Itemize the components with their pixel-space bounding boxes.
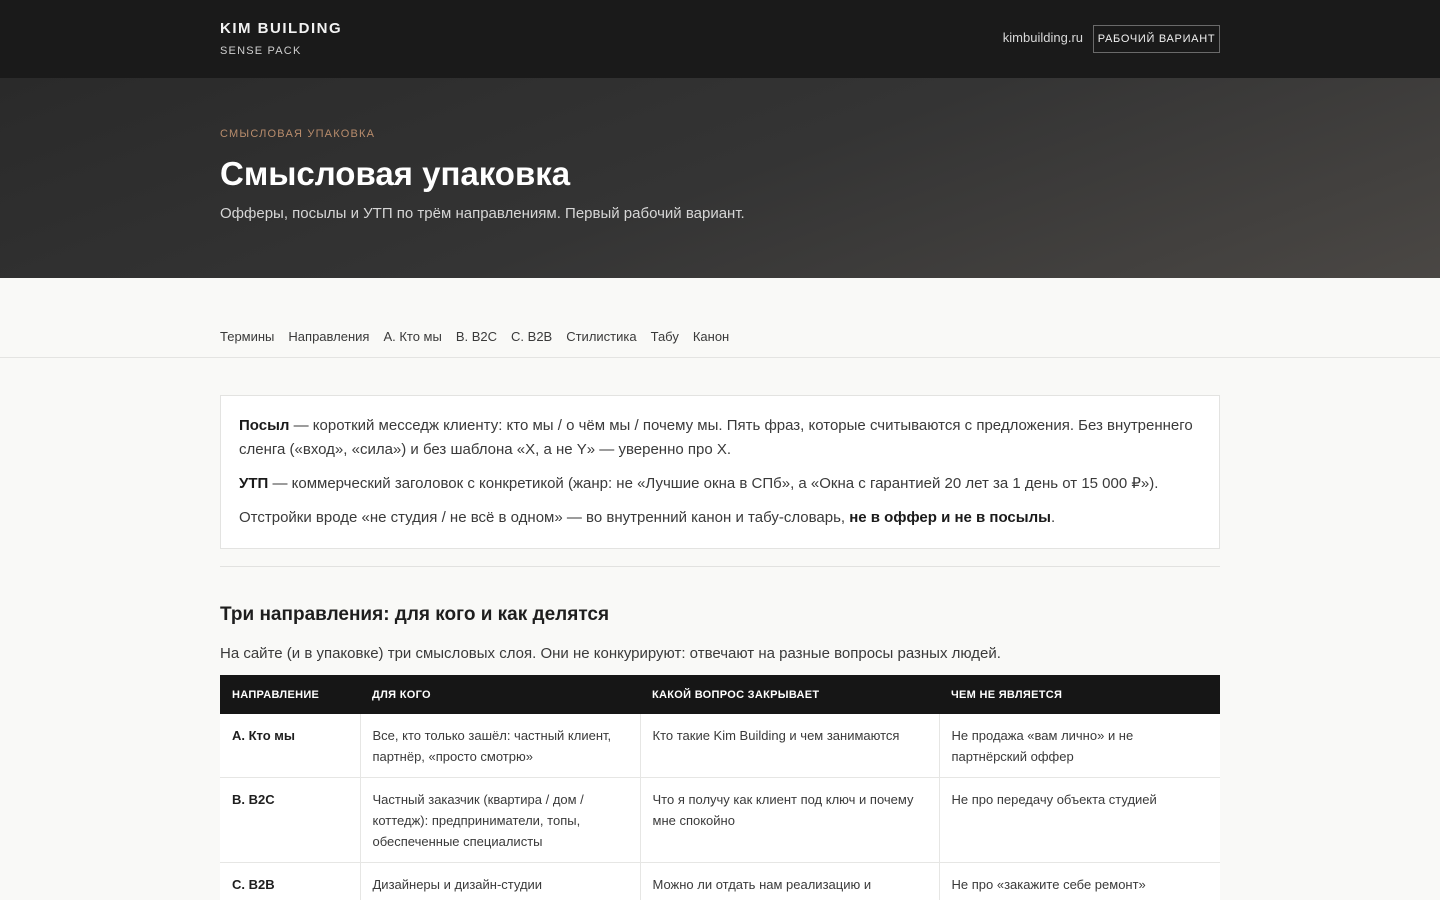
definition-posyl-text: — короткий месседж клиенту: кто мы / о ч… xyxy=(239,417,1193,458)
cell-question: Что я получу как клиент под ключ и почем… xyxy=(640,777,940,863)
nav-item-style[interactable]: Стилистика xyxy=(566,329,636,344)
nav-item-terms[interactable]: Термины xyxy=(220,329,274,344)
table-header-row: НАПРАВЛЕНИЕ ДЛЯ КОГО КАКОЙ ВОПРОС ЗАКРЫВ… xyxy=(220,675,1220,714)
page-title: Смысловая упаковка xyxy=(220,155,571,192)
definition-utp-text: — коммерческий заголовок с конкретикой (… xyxy=(268,475,1159,492)
section-title: Три направления: для кого и как делятся xyxy=(220,604,610,625)
cell-audience: Частный заказчик (квартира / дом / котте… xyxy=(360,777,641,863)
hero-subtitle: Офферы, посылы и УТП по трём направления… xyxy=(220,205,745,222)
column-header-audience: ДЛЯ КОГО xyxy=(360,675,640,714)
divider xyxy=(220,566,1220,567)
column-header-not: ЧЕМ НЕ ЯВЛЯЕТСЯ xyxy=(939,675,1220,714)
definitions-box: Посыл — короткий месседж клиенту: кто мы… xyxy=(220,395,1220,549)
cell-audience: Все, кто только зашёл: частный клиент, п… xyxy=(360,714,641,778)
main-content: Посыл — короткий месседж клиенту: кто мы… xyxy=(220,395,1220,900)
nav-item-canon[interactable]: Канон xyxy=(693,329,729,344)
nav-item-who-we-are[interactable]: A. Кто мы xyxy=(383,329,441,344)
section-lead: На сайте (и в упаковке) три смысловых сл… xyxy=(220,645,1001,662)
nav-item-directions[interactable]: Направления xyxy=(288,329,369,344)
cell-not: Не про передачу объекта студией xyxy=(939,777,1220,863)
table-row: C. B2B Дизайнеры и дизайн-студии Можно л… xyxy=(220,862,1220,900)
hero-eyebrow: СМЫСЛОВАЯ УПАКОВКА xyxy=(220,128,376,140)
note-bold: не в оффер и не в посылы xyxy=(849,509,1051,526)
column-header-direction: НАПРАВЛЕНИЕ xyxy=(220,675,360,714)
cell-not: Не про «закажите себе ремонт» xyxy=(939,862,1220,900)
cell-question: Можно ли отдать нам реализацию и сохрани… xyxy=(640,862,940,900)
cell-question: Кто такие Kim Building и чем занимаются xyxy=(640,714,940,778)
hero: СМЫСЛОВАЯ УПАКОВКА Смысловая упаковка Оф… xyxy=(0,78,1440,278)
cell-not: Не продажа «вам лично» и не партнёрский … xyxy=(939,714,1220,778)
term-posyl: Посыл xyxy=(239,417,290,434)
cell-direction: B. B2C xyxy=(220,777,361,863)
table-row: A. Кто мы Все, кто только зашёл: частный… xyxy=(220,714,1220,778)
nav-item-taboo[interactable]: Табу xyxy=(651,329,679,344)
table-row: B. B2C Частный заказчик (квартира / дом … xyxy=(220,777,1220,863)
nav-item-b2c[interactable]: B. B2C xyxy=(456,329,497,344)
note-text: Отстройки вроде «не студия / не всё в од… xyxy=(239,509,850,526)
brand-name[interactable]: KIM BUILDING xyxy=(220,20,342,37)
section-nav: Термины Направления A. Кто мы B. B2C C. … xyxy=(0,278,1440,358)
cell-direction: C. B2B xyxy=(220,862,361,900)
column-header-question: КАКОЙ ВОПРОС ЗАКРЫВАЕТ xyxy=(640,675,939,714)
term-utp: УТП xyxy=(239,475,269,492)
definition-posyl: Посыл — короткий месседж клиенту: кто мы… xyxy=(239,414,1201,462)
version-badge: РАБОЧИЙ ВАРИАНТ xyxy=(1093,25,1220,53)
nav-item-b2b[interactable]: C. B2B xyxy=(511,329,552,344)
note-end: . xyxy=(1050,509,1056,526)
cell-direction: A. Кто мы xyxy=(220,714,361,778)
cell-audience: Дизайнеры и дизайн-студии xyxy=(360,862,641,900)
site-link[interactable]: kimbuilding.ru xyxy=(1003,30,1083,45)
top-bar: KIM BUILDING SENSE PACK kimbuilding.ru Р… xyxy=(0,0,1440,78)
directions-table: НАПРАВЛЕНИЕ ДЛЯ КОГО КАКОЙ ВОПРОС ЗАКРЫВ… xyxy=(220,675,1220,900)
brand-subtitle: SENSE PACK xyxy=(220,45,302,57)
definition-note: Отстройки вроде «не студия / не всё в од… xyxy=(239,506,1201,530)
definition-utp: УТП — коммерческий заголовок с конкретик… xyxy=(239,472,1201,496)
